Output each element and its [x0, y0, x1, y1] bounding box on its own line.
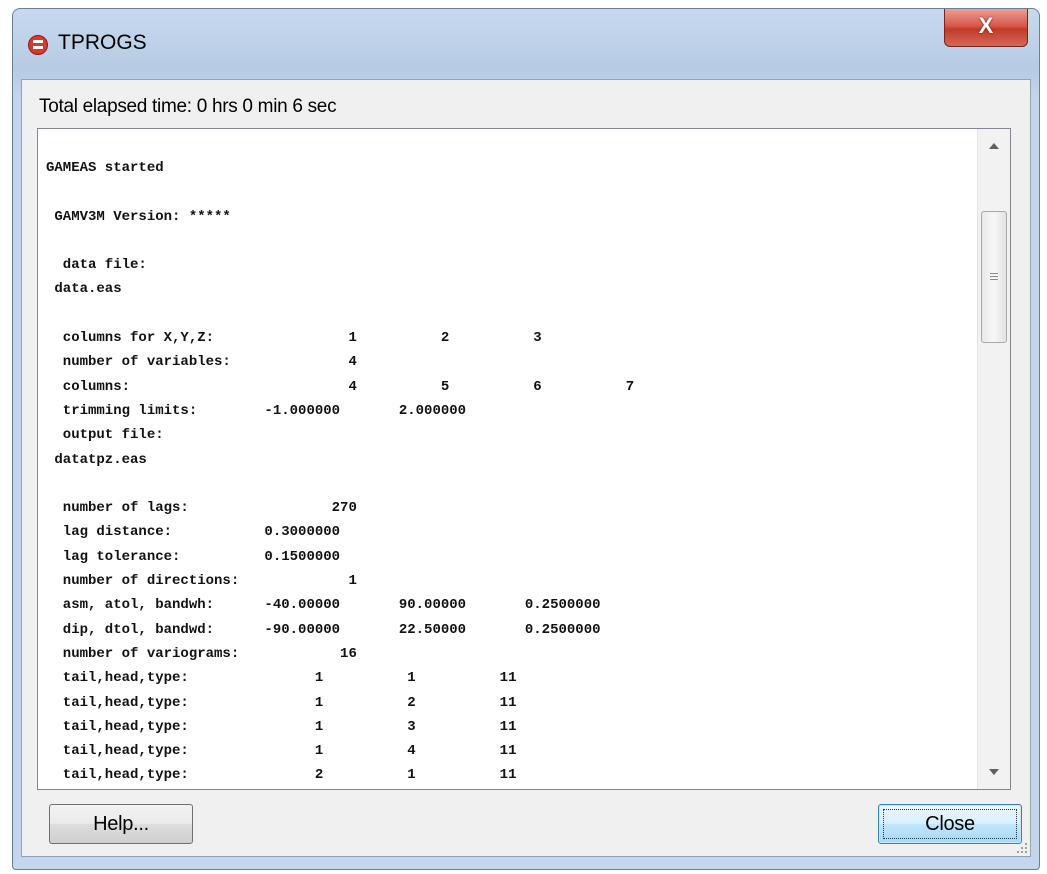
help-button-label: Help...: [93, 813, 149, 835]
window-title: TPROGS: [58, 31, 147, 54]
log-line: number of lags: 270: [46, 500, 357, 517]
log-line: tail,head,type: 1 3 11: [46, 718, 517, 735]
tprogs-app-icon: [28, 35, 48, 55]
log-line: GAMV3M Version: *****: [46, 208, 231, 225]
dialog-client-area: Total elapsed time: 0 hrs 0 min 6 sec GA…: [21, 79, 1031, 857]
close-button[interactable]: Close: [878, 804, 1022, 844]
log-line: lag distance: 0.3000000: [46, 524, 341, 541]
title-bar[interactable]: TPROGS: [13, 9, 1039, 79]
scrollbar-thumb[interactable]: [981, 211, 1007, 343]
log-line: columns: 4 5 6 7: [46, 378, 635, 395]
elapsed-time-label: Total elapsed time: 0 hrs 0 min 6 sec: [39, 96, 337, 117]
log-line: asm, atol, bandwh: -40.00000 90.00000 0.…: [46, 597, 601, 614]
log-line: dip, dtol, bandwd: -90.00000 22.50000 0.…: [46, 621, 601, 638]
log-line: tail,head,type: 1 1 11: [46, 670, 517, 687]
log-line: trimming limits: -1.000000 2.000000: [46, 402, 467, 419]
log-output-text: GAMEAS started GAMV3M Version: ***** dat…: [46, 156, 634, 788]
log-line: tail,head,type: 2 1 11: [46, 767, 517, 784]
scroll-up-arrow-icon[interactable]: [989, 143, 999, 149]
tprogs-window: TPROGS X Total elapsed time: 0 hrs 0 min…: [12, 8, 1040, 870]
log-line: datatpz.eas: [46, 451, 147, 468]
grip-line: [990, 276, 998, 277]
log-line: tail,head,type: 1 4 11: [46, 743, 517, 760]
log-line: number of variables: 4: [46, 354, 357, 371]
resize-grip-icon[interactable]: [1015, 841, 1027, 853]
log-line: data.eas: [46, 281, 122, 298]
log-line: output file:: [46, 427, 164, 444]
log-line: GAMEAS started: [46, 160, 164, 176]
vertical-scrollbar[interactable]: [977, 129, 1010, 789]
grip-line: [990, 273, 998, 274]
focus-rectangle: [883, 809, 1017, 839]
log-line: tail,head,type: 1 2 11: [46, 694, 517, 711]
scroll-down-arrow-icon[interactable]: [989, 769, 999, 775]
grip-line: [990, 279, 998, 280]
log-line: data file:: [46, 257, 147, 274]
log-line: number of variograms: 16: [46, 645, 357, 662]
log-line: columns for X,Y,Z: 1 2 3: [46, 330, 542, 347]
help-button[interactable]: Help...: [49, 804, 193, 844]
log-output-box[interactable]: GAMEAS started GAMV3M Version: ***** dat…: [37, 128, 1011, 790]
log-line: number of directions: 1: [46, 573, 357, 590]
window-close-button[interactable]: X: [944, 9, 1028, 47]
log-line: lag tolerance: 0.1500000: [46, 548, 341, 565]
